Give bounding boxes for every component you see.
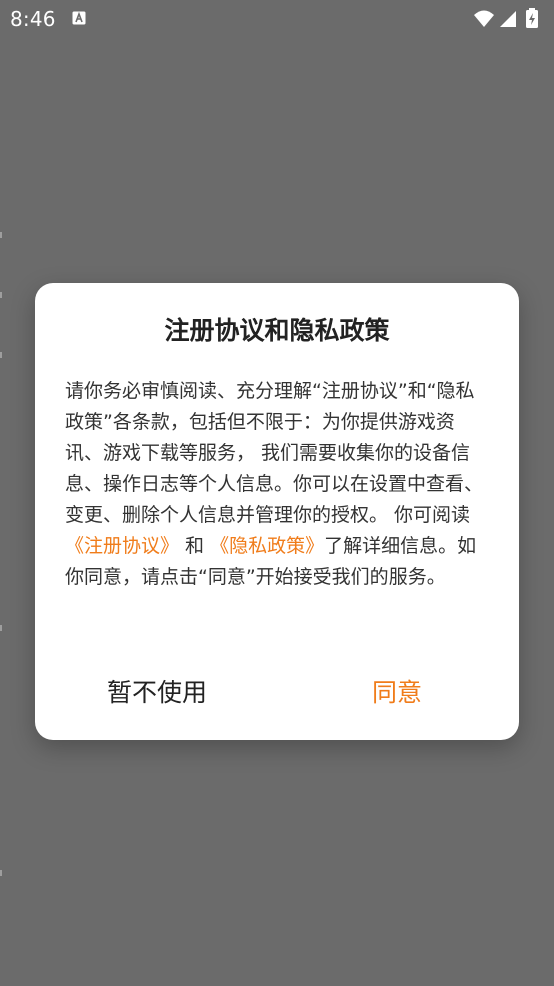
signal-icon bbox=[500, 11, 516, 27]
decline-button[interactable]: 暂不使用 bbox=[102, 673, 212, 713]
edge-mark bbox=[0, 352, 2, 358]
status-icons bbox=[474, 8, 538, 28]
dialog-title: 注册协议和隐私政策 bbox=[164, 316, 390, 345]
body-text-part1: 请你务必审慎阅读、充分理解“注册协议”和“隐私政策”各条款，包括但不限于：为你提… bbox=[65, 380, 484, 526]
battery-charging-icon bbox=[526, 8, 538, 28]
keyboard-a-icon bbox=[72, 11, 86, 25]
register-agreement-link[interactable]: 《注册协议》 bbox=[65, 535, 179, 557]
edge-mark bbox=[0, 292, 2, 298]
privacy-dialog: 注册协议和隐私政策 请你务必审慎阅读、充分理解“注册协议”和“隐私政策”各条款，… bbox=[35, 283, 519, 740]
status-time: 8:46 bbox=[10, 7, 56, 31]
edge-mark bbox=[0, 232, 2, 238]
agree-button[interactable]: 同意 bbox=[347, 673, 447, 713]
body-text-mid: 和 bbox=[179, 535, 211, 557]
edge-mark bbox=[0, 870, 2, 876]
privacy-policy-link[interactable]: 《隐私政策》 bbox=[210, 535, 324, 557]
edge-mark bbox=[0, 625, 2, 631]
status-bar: 8:46 bbox=[0, 0, 554, 40]
wifi-icon bbox=[474, 10, 494, 27]
dialog-body: 请你务必审慎阅读、充分理解“注册协议”和“隐私政策”各条款，包括但不限于：为你提… bbox=[65, 376, 489, 593]
